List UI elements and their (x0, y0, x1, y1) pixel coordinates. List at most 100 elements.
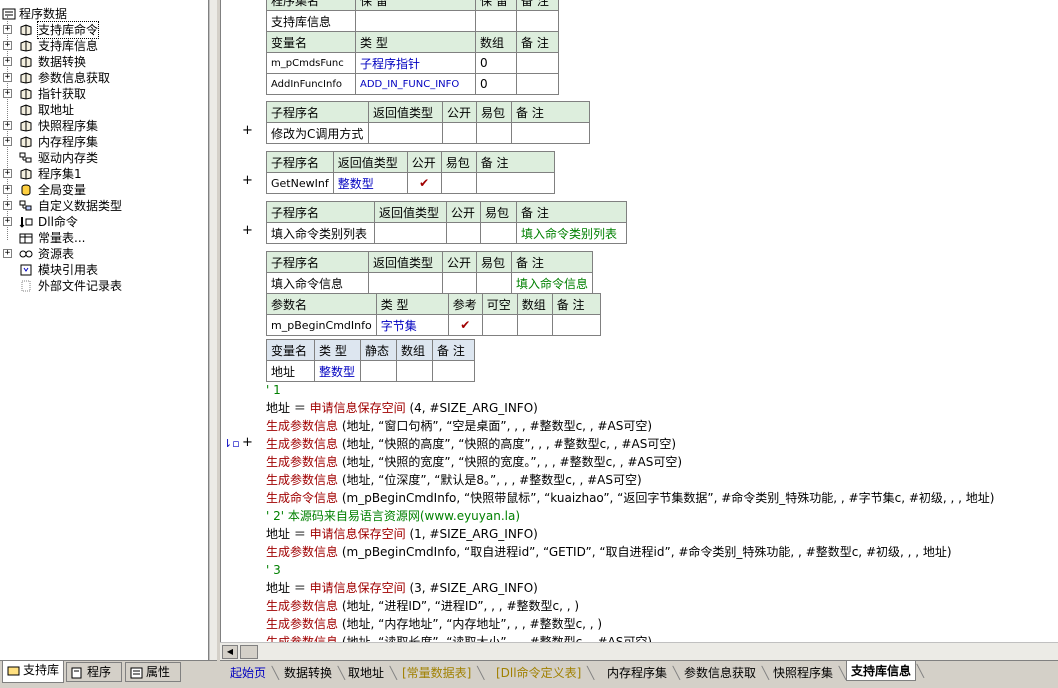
sub-hdr-return: 返回值类型 (368, 251, 443, 273)
sub-return[interactable] (368, 122, 443, 144)
sub-return[interactable] (368, 272, 443, 294)
tab-library[interactable]: 支持库 (2, 661, 64, 683)
tree-item-label: 自定义数据类型 (38, 199, 123, 213)
sub-note[interactable] (511, 122, 590, 144)
sub-name[interactable]: 填入命令类别列表 (266, 222, 375, 244)
code-args: (地址, “位深度”, “默认是8。”, , , #整数型c, , #AS可空) (338, 473, 642, 487)
expand-icon[interactable]: + (3, 89, 12, 98)
sub-name[interactable]: 填入命令信息 (266, 272, 369, 294)
expand-icon[interactable]: + (3, 73, 12, 82)
code-function: 生成命令信息 (266, 491, 339, 505)
sub-name[interactable]: GetNewInf (266, 172, 334, 194)
code-line[interactable]: ' 1 (266, 381, 281, 399)
doc-tab[interactable]: 快照程序集 (769, 663, 846, 683)
doc-tab[interactable]: 参数信息获取 (680, 663, 769, 683)
sub-hdr-name: 子程序名 (266, 201, 375, 223)
local-hdr-array: 数组 (396, 339, 433, 361)
expand-icon[interactable]: + (3, 201, 12, 210)
expand-icon[interactable]: + (3, 121, 12, 130)
sub-name[interactable]: 修改为C调用方式 (266, 122, 369, 144)
ref-check-icon[interactable]: ✔ (447, 314, 483, 336)
sub-hdr-public: 公开 (442, 101, 477, 123)
expand-marker[interactable]: + (242, 173, 253, 188)
table-row[interactable]: m_pCmdsFunc 子程序指针 0 (266, 52, 559, 74)
var-array[interactable]: 0 (475, 73, 517, 95)
expand-icon[interactable]: + (3, 137, 12, 146)
tab-properties-label: 属性 (146, 665, 171, 679)
tree-item-label: 驱动内存类 (38, 151, 99, 165)
param-hdr-type: 类 型 (375, 293, 449, 315)
sub-note[interactable]: 填入命令类别列表 (516, 222, 627, 244)
expand-marker[interactable]: + (242, 223, 253, 238)
code-line[interactable]: 生成参数信息 (m_pBeginCmdInfo, “取自进程id”, “GETI… (266, 543, 952, 561)
expand-icon[interactable]: + (3, 41, 12, 50)
doc-tab[interactable]: 取地址 (344, 663, 397, 683)
code-line[interactable]: 地址 ＝ 申请信息保存空间 (4, #SIZE_ARG_INFO) (266, 399, 538, 417)
tab-program[interactable]: 程序 (66, 662, 122, 682)
code-line[interactable]: 生成参数信息 (地址, “窗口句柄”, “空是桌面”, , , #整数型c, ,… (266, 417, 652, 435)
code-line[interactable]: 生成参数信息 (地址, “快照的宽度”, “快照的宽度。”, , , #整数型c… (266, 453, 682, 471)
tree-item-label: 全局变量 (38, 183, 87, 197)
code-line[interactable]: 生成参数信息 (地址, “内存地址”, “内存地址”, , , #整数型c, ,… (266, 615, 602, 633)
sub-hdr-note: 备 注 (511, 101, 590, 123)
code-function: 生成参数信息 (266, 437, 339, 451)
var-name[interactable]: m_pCmdsFunc (266, 52, 356, 74)
tree-item-label: 数据转换 (38, 55, 87, 69)
expand-icon[interactable]: + (3, 169, 12, 178)
expand-marker[interactable]: + (242, 123, 253, 138)
code-function: 生成参数信息 (266, 473, 339, 487)
param-hdr-note: 备 注 (551, 293, 601, 315)
expand-icon[interactable]: + (3, 25, 12, 34)
tree-scrollbar[interactable] (209, 0, 217, 660)
local-name[interactable]: 地址 (266, 360, 315, 382)
code-function: 申请信息保存空间 (309, 527, 406, 541)
assembly-name[interactable]: 支持库信息 (266, 10, 356, 32)
program-tree[interactable]: 程序数据 + 支持库命令 + 支持库信息 + 数据转换 + 参数信息获取 + 指针获取 取地址 + 快照… (0, 0, 209, 660)
doc-tab[interactable]: [Dll命令定义表] (492, 663, 595, 683)
fold-marker-icon[interactable]: ⇂▫ (223, 437, 240, 450)
expand-icon[interactable]: + (3, 217, 12, 226)
scroll-left-icon[interactable]: ◀ (222, 645, 238, 659)
sub-note[interactable] (475, 172, 555, 194)
sub-return[interactable] (374, 222, 447, 244)
tree-item-label: 资源表 (38, 247, 75, 261)
var-name[interactable]: AddInFuncInfo (266, 73, 356, 95)
var-array[interactable]: 0 (475, 52, 517, 74)
code-function: 生成参数信息 (266, 455, 339, 469)
table-row[interactable]: AddInFuncInfo ADD_IN_FUNC_INFO 0 (266, 73, 559, 95)
var-hdr-array: 数组 (475, 31, 517, 53)
editor-horizontal-scrollbar[interactable]: ◀ (220, 642, 1058, 660)
sub-return[interactable]: 整数型 (332, 172, 408, 194)
param-name[interactable]: m_pBeginCmdInfo (266, 314, 377, 336)
expand-marker[interactable]: + (242, 435, 253, 450)
code-assign: 地址 ＝ (266, 401, 310, 415)
doc-tab[interactable]: 起始页 (226, 663, 279, 683)
code-line[interactable]: 生成参数信息 (地址, “位深度”, “默认是8。”, , , #整数型c, ,… (266, 471, 642, 489)
scroll-thumb[interactable] (240, 645, 258, 659)
sub-note[interactable]: 填入命令信息 (510, 272, 594, 294)
code-line[interactable]: 生成参数信息 (地址, “读取长度”, “读取大小”, , , #整数型c, ,… (266, 633, 652, 642)
code-line[interactable]: 地址 ＝ 申请信息保存空间 (3, #SIZE_ARG_INFO) (266, 579, 538, 597)
tab-properties[interactable]: 属性 (125, 662, 181, 682)
code-line[interactable]: 生成参数信息 (地址, “进程ID”, “进程ID”, , , #整数型c, ,… (266, 597, 579, 615)
code-line[interactable]: 生成命令信息 (m_pBeginCmdInfo, “快照带鼠标”, “kuaiz… (266, 489, 994, 507)
doc-tab[interactable]: 支持库信息 (846, 661, 924, 681)
doc-tab[interactable]: [常量数据表] (398, 663, 485, 683)
param-type[interactable]: 字节集 (375, 314, 449, 336)
var-type[interactable]: ADD_IN_FUNC_INFO (355, 73, 476, 95)
public-check-icon[interactable]: ✔ (406, 172, 442, 194)
doc-tab[interactable]: 数据转换 (280, 663, 345, 683)
code-line[interactable]: ' 2' 本源码来自易语言资源网(www.eyuyan.la) (266, 507, 520, 525)
expand-icon[interactable]: + (3, 57, 12, 66)
sub-hdr-name: 子程序名 (266, 251, 369, 273)
doc-tab[interactable]: 内存程序集 (603, 663, 680, 683)
local-type[interactable]: 整数型 (314, 360, 361, 382)
code-line[interactable]: ' 3 (266, 561, 281, 579)
code-line[interactable]: 地址 ＝ 申请信息保存空间 (1, #SIZE_ARG_INFO) (266, 525, 538, 543)
code-editor[interactable]: 程序集名 保 留 保 留 备 注 支持库信息 变量名 类 型 数组 备 注 m_… (220, 0, 1058, 642)
code-line[interactable]: 生成参数信息 (地址, “快照的高度”, “快照的高度”, , , #整数型c,… (266, 435, 676, 453)
expand-icon[interactable]: + (3, 185, 12, 194)
var-type[interactable]: 子程序指针 (355, 52, 476, 74)
expand-icon[interactable]: + (3, 249, 12, 258)
local-var-table: 变量名 类 型 静态 数组 备 注 地址 整数型 (266, 339, 475, 382)
